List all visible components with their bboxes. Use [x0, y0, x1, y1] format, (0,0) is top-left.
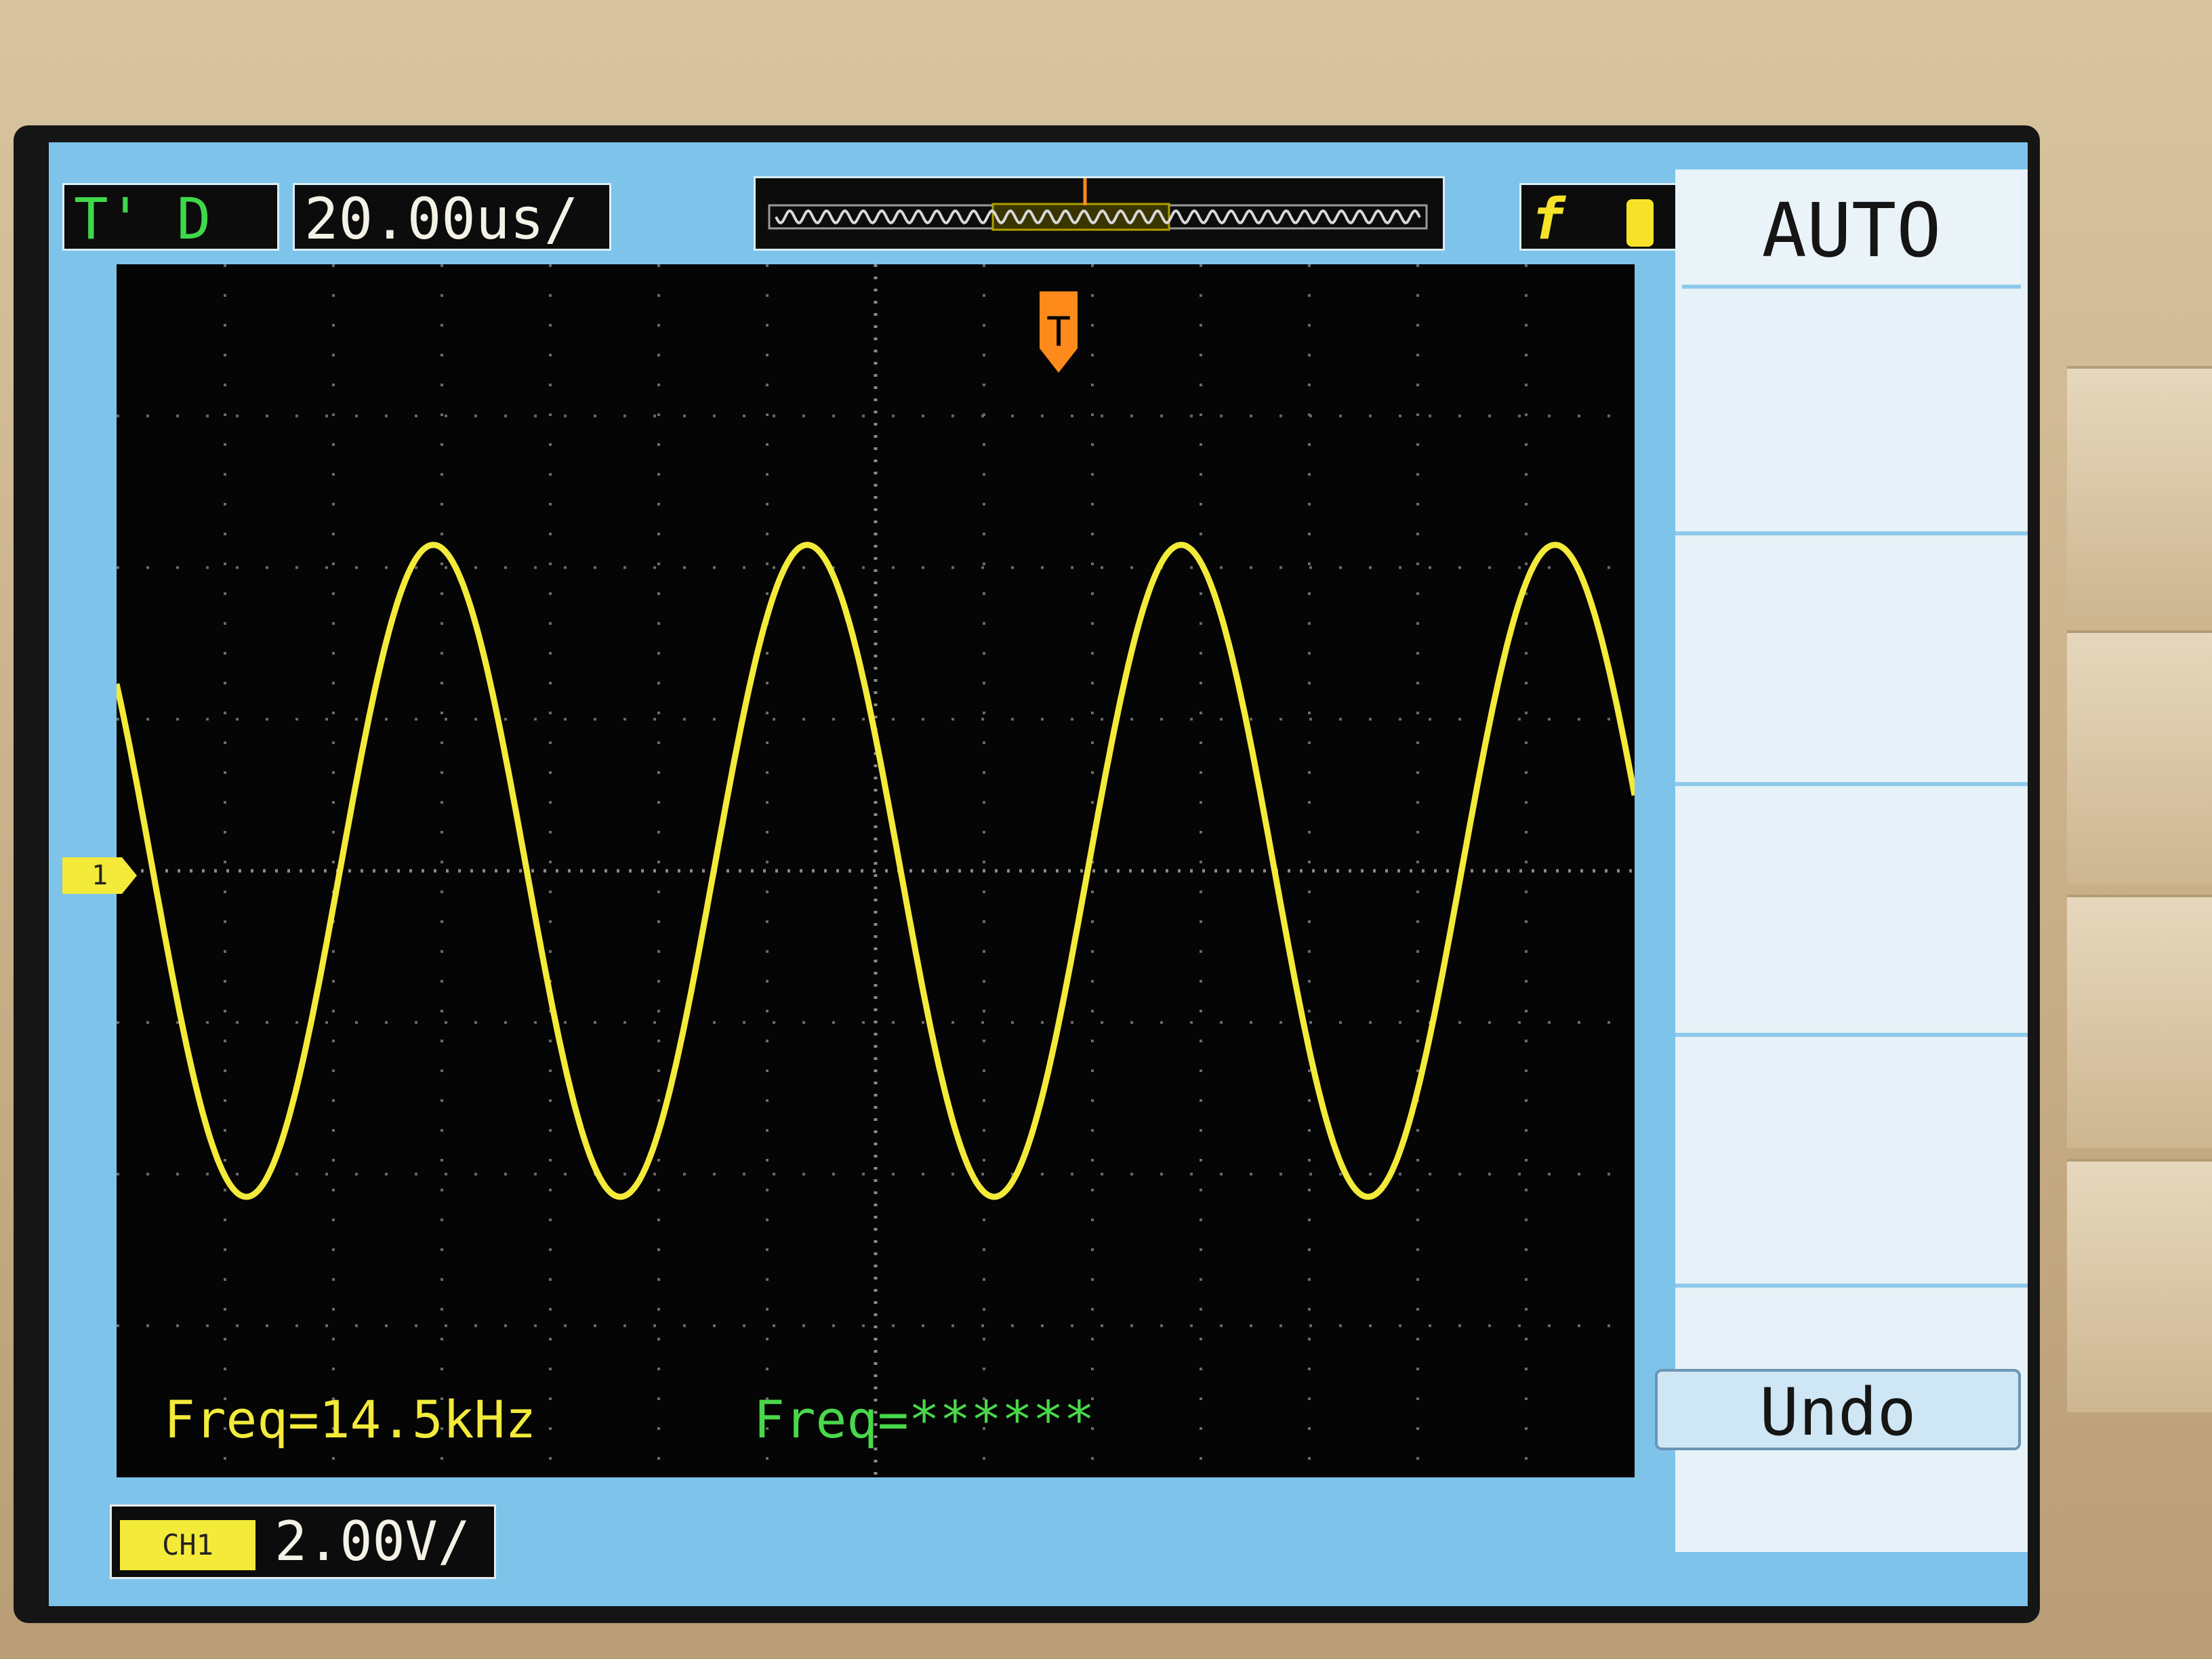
run-mode-indicator: T' D: [62, 183, 279, 252]
trigger-status: f: [1519, 183, 1682, 252]
undo-button[interactable]: Undo: [1655, 1369, 2021, 1450]
memory-overview-wave: [768, 178, 1428, 231]
softkey-empty-3[interactable]: [1675, 786, 2028, 1037]
oscilloscope-screen: T' D 20.00us/ f AUTO Undo T 1 Freq=14.5k…: [49, 142, 2028, 1606]
channel-1-ground-marker[interactable]: 1: [62, 857, 137, 894]
trigger-position-label: T: [1046, 308, 1071, 356]
softkey-empty-2[interactable]: [1675, 535, 2028, 786]
channel-1-scale-box[interactable]: CH1 2.00V/: [110, 1504, 496, 1579]
trigger-level-icon: [1626, 199, 1654, 247]
channel-1-scale: 2.00V/: [274, 1510, 470, 1573]
timebase-readout: 20.00us/: [293, 183, 611, 252]
channel-1-tag: CH1: [120, 1520, 255, 1571]
softkey-auto[interactable]: AUTO: [1682, 176, 2021, 289]
softkey-button-3[interactable]: [2067, 895, 2212, 1148]
trigger-edge-icon: f: [1531, 186, 1565, 252]
ch1-frequency-measurement: Freq=14.5kHz: [164, 1389, 537, 1450]
memory-overview-bar: [754, 176, 1445, 251]
softkey-button-1[interactable]: [2067, 366, 2212, 619]
softkey-button-4[interactable]: [2067, 1159, 2212, 1412]
waveform-display: [117, 264, 1635, 1477]
softkey-empty-4[interactable]: [1675, 1037, 2028, 1288]
waveform-graticule: [117, 264, 1635, 1477]
softkey-panel: AUTO: [1675, 169, 2028, 1552]
graticule-grid: [117, 264, 1635, 1477]
softkey-button-2[interactable]: [2067, 630, 2212, 884]
softkey-empty-1[interactable]: [1675, 285, 2028, 535]
ch2-frequency-measurement: Freq=******: [754, 1389, 1095, 1450]
